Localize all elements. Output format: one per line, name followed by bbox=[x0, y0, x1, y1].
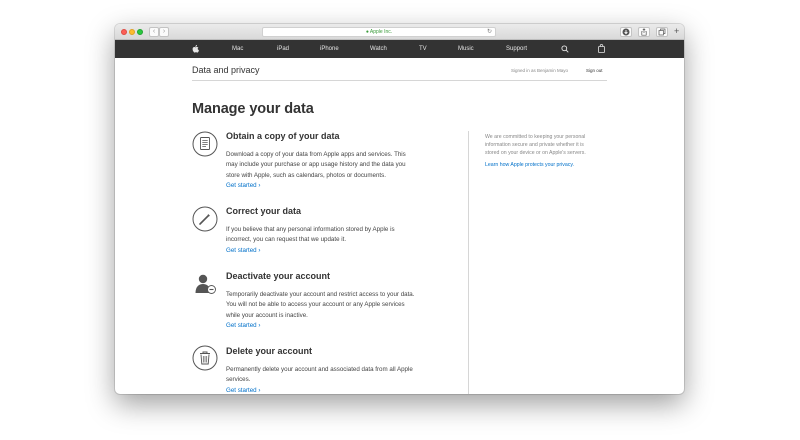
nav-item-iphone[interactable]: iPhone bbox=[320, 40, 339, 58]
minimize-window-button[interactable] bbox=[129, 29, 135, 35]
lock-icon: ● bbox=[365, 29, 369, 35]
description-line: while your account is inactive. bbox=[226, 311, 308, 319]
privacy-sidebar: We are committed to keeping your persona… bbox=[485, 133, 609, 168]
local-nav: Data and privacy Signed in as Benjamin M… bbox=[192, 58, 607, 81]
sign-out-link[interactable]: Sign out bbox=[586, 68, 603, 73]
obtain-copy-section: Obtain a copy of your data Download a co… bbox=[192, 131, 467, 191]
delete-account-description: Permanently delete your account and asso… bbox=[226, 365, 448, 386]
zoom-window-button[interactable] bbox=[137, 29, 143, 35]
deactivate-account-section: Deactivate your account Temporarily deac… bbox=[192, 270, 467, 334]
correct-data-get-started-link[interactable]: Get started › bbox=[226, 247, 260, 254]
nav-item-music[interactable]: Music bbox=[458, 40, 474, 58]
browser-toolbar: ‹ › ●Apple Inc. ↻ + bbox=[115, 24, 684, 40]
description-line: You will not be able to access your acco… bbox=[226, 301, 405, 309]
description-line: Permanently delete your account and asso… bbox=[226, 366, 413, 373]
download-icon bbox=[622, 28, 630, 36]
deactivate-account-description: Temporarily deactivate your account and … bbox=[226, 290, 448, 321]
document-icon bbox=[192, 131, 218, 157]
delete-account-title: Delete your account bbox=[226, 346, 313, 356]
description-line: incorrect, you can request that we updat… bbox=[226, 236, 347, 244]
trash-icon bbox=[192, 345, 218, 371]
description-line: Temporarily deactivate your account and … bbox=[226, 291, 415, 298]
statement-line: stored on your device or on Apple's serv… bbox=[485, 150, 586, 157]
signed-in-status: Signed in as Benjamin Mayo bbox=[511, 68, 569, 73]
column-divider bbox=[468, 131, 469, 394]
nav-item-ipad[interactable]: iPad bbox=[277, 40, 289, 58]
nav-item-tv[interactable]: TV bbox=[419, 40, 427, 58]
search-icon[interactable] bbox=[561, 45, 569, 53]
local-nav-title[interactable]: Data and privacy bbox=[192, 65, 260, 75]
privacy-statement: We are committed to keeping your persona… bbox=[485, 133, 609, 158]
delete-account-section: Delete your account Permanently delete y… bbox=[192, 345, 467, 394]
share-button[interactable] bbox=[638, 27, 650, 37]
obtain-copy-title: Obtain a copy of your data bbox=[226, 131, 340, 141]
description-line: Download a copy of your data from Apple … bbox=[226, 151, 406, 158]
global-nav: Mac iPad iPhone Watch TV Music Support bbox=[115, 40, 684, 58]
apple-logo-icon[interactable] bbox=[192, 44, 200, 54]
delete-account-get-started-link[interactable]: Get started › bbox=[226, 387, 260, 394]
nav-item-watch[interactable]: Watch bbox=[370, 40, 387, 58]
tabs-icon bbox=[658, 28, 666, 36]
description-line: If you believe that any personal informa… bbox=[226, 226, 395, 233]
deactivate-account-get-started-link[interactable]: Get started › bbox=[226, 322, 260, 329]
browser-window: ‹ › ●Apple Inc. ↻ + Mac iPad iPhone Watc… bbox=[115, 24, 684, 394]
deactivate-account-title: Deactivate your account bbox=[226, 271, 331, 281]
forward-button[interactable]: › bbox=[159, 27, 169, 37]
address-bar[interactable]: ●Apple Inc. ↻ bbox=[262, 27, 496, 37]
share-icon bbox=[641, 28, 647, 36]
new-tab-button[interactable]: + bbox=[674, 27, 679, 36]
description-line: store with Apple, such as calendars, pho… bbox=[226, 171, 386, 179]
statement-line: information secure and private whether i… bbox=[485, 142, 584, 149]
user-deactivate-icon bbox=[195, 274, 216, 294]
learn-privacy-link[interactable]: Learn how Apple protects your privacy. bbox=[485, 162, 609, 168]
back-button[interactable]: ‹ bbox=[149, 27, 159, 37]
page-title: Manage your data bbox=[192, 101, 314, 117]
reload-icon[interactable]: ↻ bbox=[487, 28, 492, 36]
close-window-button[interactable] bbox=[121, 29, 127, 35]
correct-data-title: Correct your data bbox=[226, 206, 302, 216]
obtain-copy-description: Download a copy of your data from Apple … bbox=[226, 150, 448, 181]
show-tabs-button[interactable] bbox=[656, 27, 668, 37]
correct-data-description: If you believe that any personal informa… bbox=[226, 225, 448, 246]
statement-line: We are committed to keeping your persona… bbox=[485, 134, 586, 140]
correct-data-section: Correct your data If you believe that an… bbox=[192, 206, 467, 258]
nav-item-mac[interactable]: Mac bbox=[232, 40, 243, 58]
description-line: may include your purchase or app usage h… bbox=[226, 161, 406, 169]
stage: ‹ › ●Apple Inc. ↻ + Mac iPad iPhone Watc… bbox=[0, 0, 800, 440]
shopping-bag-icon[interactable] bbox=[598, 44, 605, 53]
description-line: services. bbox=[226, 376, 251, 384]
address-bar-label: Apple Inc. bbox=[369, 29, 393, 35]
pencil-icon bbox=[192, 206, 218, 232]
downloads-button[interactable] bbox=[620, 27, 632, 37]
nav-item-support[interactable]: Support bbox=[506, 40, 527, 58]
obtain-copy-get-started-link[interactable]: Get started › bbox=[226, 182, 260, 189]
